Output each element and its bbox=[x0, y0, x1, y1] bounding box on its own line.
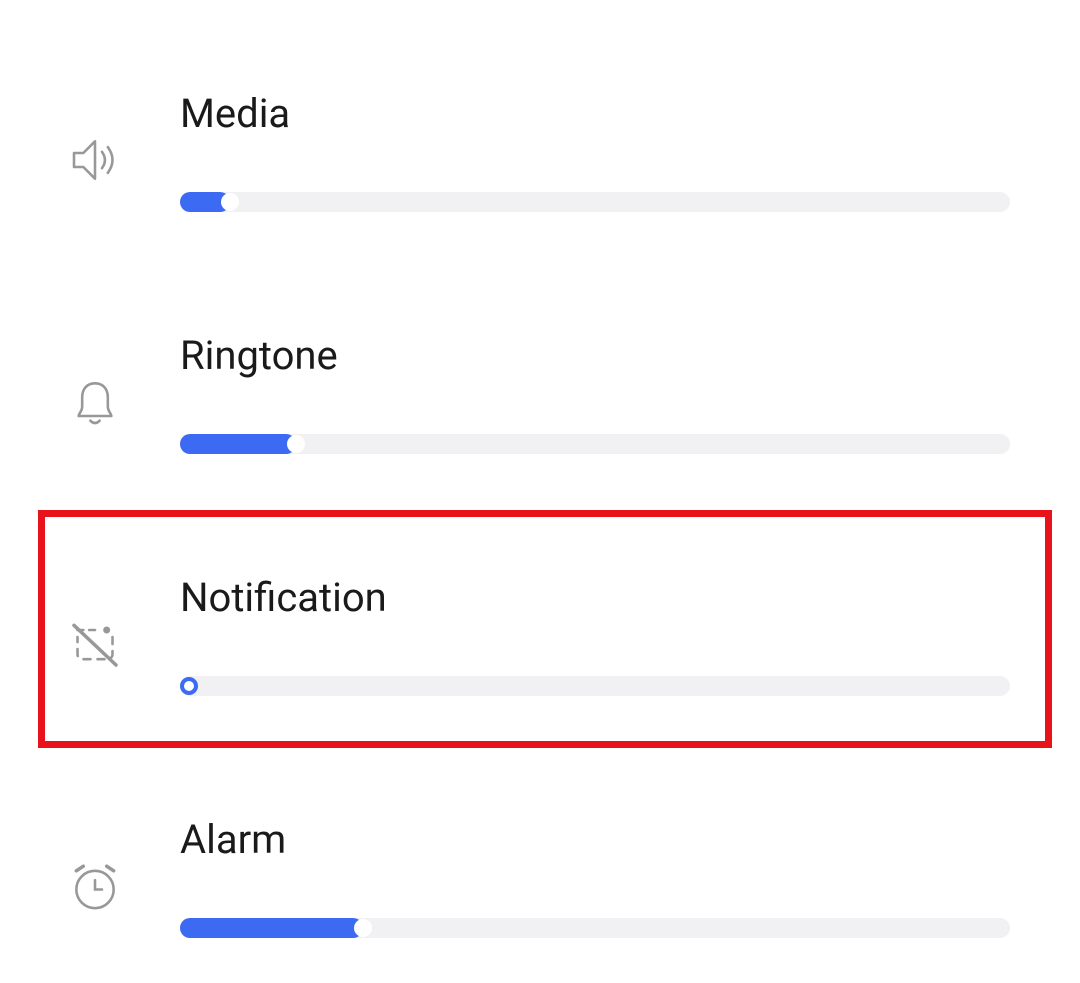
slider-thumb[interactable] bbox=[180, 677, 198, 695]
slider-thumb[interactable] bbox=[354, 919, 372, 937]
notification-slider[interactable] bbox=[180, 676, 1010, 696]
ringtone-label: Ringtone bbox=[180, 332, 1020, 379]
notification-off-icon bbox=[60, 614, 130, 674]
slider-thumb[interactable] bbox=[221, 193, 239, 211]
volume-row-media: Media bbox=[0, 90, 1080, 212]
media-label: Media bbox=[180, 90, 1020, 137]
speaker-icon bbox=[60, 130, 130, 190]
volume-row-ringtone: Ringtone bbox=[0, 332, 1080, 454]
alarm-slider[interactable] bbox=[180, 918, 1010, 938]
volume-row-notification: Notification bbox=[0, 574, 1080, 696]
ringtone-slider[interactable] bbox=[180, 434, 1010, 454]
bell-icon bbox=[60, 372, 130, 432]
slider-fill bbox=[180, 434, 296, 454]
slider-thumb[interactable] bbox=[287, 435, 305, 453]
notification-label: Notification bbox=[180, 574, 1020, 621]
media-slider[interactable] bbox=[180, 192, 1010, 212]
alarm-clock-icon bbox=[60, 856, 130, 916]
alarm-label: Alarm bbox=[180, 816, 1020, 863]
slider-track bbox=[180, 192, 1010, 212]
slider-fill bbox=[180, 918, 363, 938]
slider-track bbox=[180, 676, 1010, 696]
volume-row-alarm: Alarm bbox=[0, 816, 1080, 938]
volume-settings-panel: Media Ringtone bbox=[0, 0, 1080, 938]
